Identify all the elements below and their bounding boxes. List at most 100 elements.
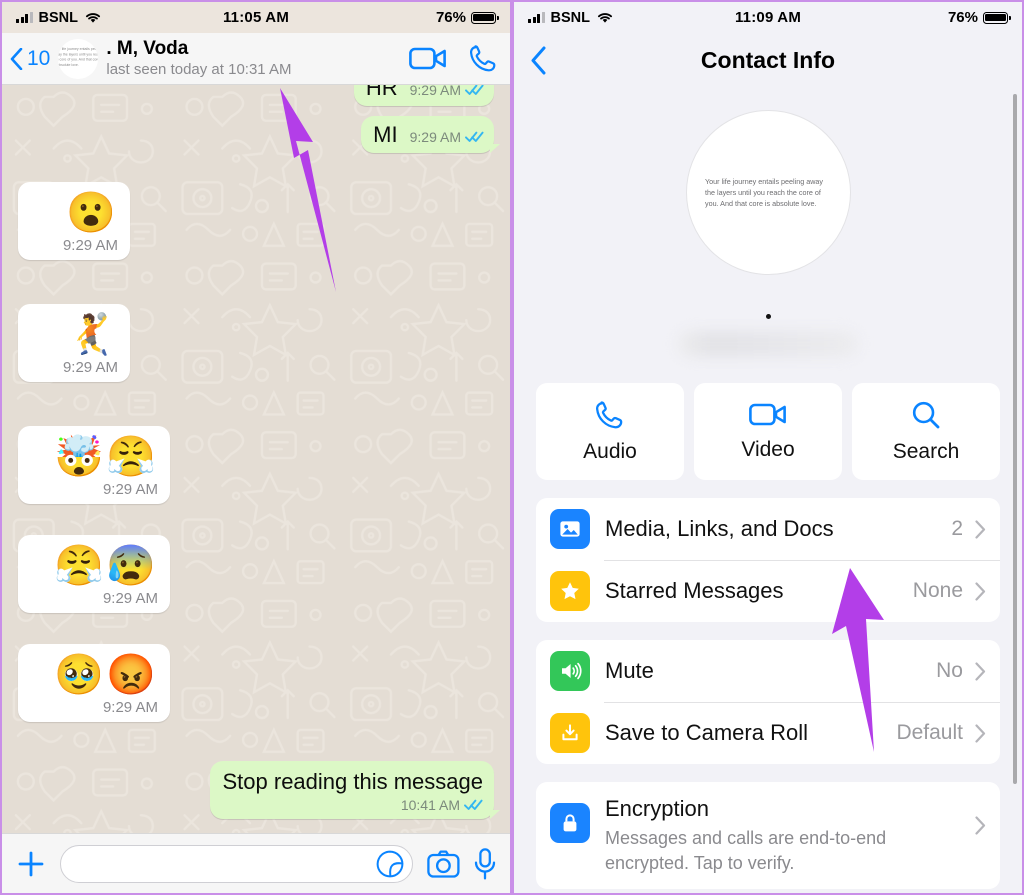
row-label: Mute bbox=[605, 658, 654, 683]
row-starred-messages[interactable]: Starred Messages None bbox=[536, 560, 1000, 622]
read-receipt-double-check-icon bbox=[465, 131, 484, 142]
quick-actions-row: Audio Video Search bbox=[536, 383, 1000, 480]
star-icon bbox=[550, 571, 590, 611]
chevron-right-icon bbox=[975, 519, 986, 539]
message-bubble-outgoing: MI 9:29 AM bbox=[361, 116, 500, 153]
encryption-text-wrap: Encryption Messages and calls are end-to… bbox=[605, 796, 975, 875]
battery-icon bbox=[983, 11, 1011, 24]
message-time: 9:29 AM bbox=[102, 699, 158, 716]
microphone-icon[interactable] bbox=[474, 847, 496, 880]
unread-count-label: 10 bbox=[27, 46, 51, 70]
chevron-right-icon bbox=[975, 723, 986, 743]
chevron-right-icon bbox=[975, 661, 986, 681]
row-save-to-camera-roll[interactable]: Save to Camera Roll Default bbox=[536, 702, 1000, 764]
sticker-emojis: 😮 bbox=[66, 191, 118, 235]
last-seen-label: last seen today at 10:31 AM bbox=[106, 60, 292, 78]
chat-message-list[interactable]: HR 9:29 AM MI 9:29 AM 😮 9:29 AM 🤾 9:29 A… bbox=[2, 85, 510, 833]
page-title: Contact Info bbox=[700, 47, 836, 73]
speaker-icon bbox=[550, 651, 590, 691]
profile-avatar[interactable]: Your life journey entails peeling away t… bbox=[685, 110, 851, 275]
search-label: Search bbox=[892, 439, 960, 463]
message-text: Stop reading this message bbox=[222, 769, 484, 794]
back-button[interactable]: 10 bbox=[10, 47, 50, 71]
row-media-links-docs[interactable]: Media, Links, and Docs 2 bbox=[536, 498, 1000, 560]
chat-header-avatar-quote: Your life journey entails peeling away t… bbox=[58, 47, 98, 68]
row-label: Encryption bbox=[605, 796, 709, 821]
settings-group-media: Media, Links, and Docs 2 Starred Message… bbox=[536, 498, 1000, 622]
contact-info-scroll-area[interactable]: Your life journey entails peeling away t… bbox=[514, 88, 1022, 893]
message-sticker-card[interactable]: 😤😰 9:29 AM bbox=[18, 535, 170, 613]
messages-container: HR 9:29 AM MI 9:29 AM 😮 9:29 AM 🤾 9:29 A… bbox=[2, 85, 510, 833]
bubble-tail bbox=[490, 810, 500, 819]
audio-call-button[interactable]: Audio bbox=[536, 383, 684, 480]
message-time: 9:29 AM bbox=[102, 481, 158, 498]
message-bubble-outgoing: HR 9:29 AM bbox=[353, 85, 494, 106]
right-status-bar: BSNL 11:09 AM 76% bbox=[514, 2, 1022, 33]
battery-percent-label: 76% bbox=[435, 9, 466, 26]
message-meta: 10:41 AM bbox=[401, 797, 483, 813]
vertical-scrollbar[interactable] bbox=[1013, 94, 1017, 784]
phone-icon bbox=[596, 400, 623, 428]
read-receipt-double-check-icon bbox=[464, 799, 483, 810]
chat-header-avatar[interactable]: Your life journey entails peeling away t… bbox=[58, 38, 99, 79]
row-value: 2 bbox=[951, 517, 963, 540]
message-input[interactable] bbox=[60, 844, 413, 883]
search-icon bbox=[912, 401, 940, 428]
message-text: HR bbox=[365, 85, 398, 100]
message-time: 9:29 AM bbox=[409, 85, 461, 98]
left-status-bar: BSNL 11:05 AM 76% bbox=[2, 2, 510, 33]
right-phone-panel: BSNL 11:09 AM 76% Contact Info Your life… bbox=[512, 0, 1024, 895]
row-encryption[interactable]: Encryption Messages and calls are end-to… bbox=[536, 782, 1000, 889]
message-text: MI bbox=[373, 122, 398, 147]
sticker-icon[interactable] bbox=[376, 850, 404, 878]
sticker-emojis: 🤯😤 bbox=[54, 435, 158, 479]
row-value: No bbox=[936, 659, 963, 682]
sticker-emojis: 🤾 bbox=[66, 313, 118, 357]
search-button[interactable]: Search bbox=[852, 383, 1000, 480]
chat-header: 10 Your life journey entails peeling awa… bbox=[2, 33, 510, 85]
video-camera-icon[interactable] bbox=[409, 45, 447, 72]
status-time: 11:09 AM bbox=[734, 9, 802, 26]
chat-header-titles[interactable]: . M, Voda last seen today at 10:31 AM bbox=[106, 38, 403, 79]
left-phone-panel: BSNL 11:05 AM 76% 10 Your li bbox=[0, 0, 512, 895]
sticker-emojis: 😤😰 bbox=[54, 544, 158, 588]
save-download-icon bbox=[550, 713, 590, 753]
row-label: Save to Camera Roll bbox=[605, 720, 808, 745]
lock-icon bbox=[550, 803, 590, 843]
row-value: None bbox=[912, 579, 963, 602]
contact-info-nav-bar: Contact Info bbox=[514, 33, 1022, 88]
status-right: 76% bbox=[947, 9, 1011, 26]
battery-percent-label: 76% bbox=[947, 9, 978, 26]
chevron-right-icon bbox=[975, 581, 986, 601]
sticker-emojis: 🥹😡 bbox=[54, 653, 158, 697]
message-time: 10:41 AM bbox=[400, 797, 460, 813]
message-sticker-card[interactable]: 🤾 9:29 AM bbox=[18, 304, 130, 382]
bubble-tail bbox=[490, 144, 500, 153]
row-value: Default bbox=[896, 721, 963, 744]
message-sticker-card[interactable]: 🤯😤 9:29 AM bbox=[18, 426, 170, 504]
message-meta: 9:29 AM bbox=[410, 85, 484, 98]
row-mute[interactable]: Mute No bbox=[536, 640, 1000, 702]
phone-icon[interactable] bbox=[469, 44, 498, 73]
status-right: 76% bbox=[435, 9, 499, 26]
settings-group-notifications: Mute No Save to Camera Roll Default bbox=[536, 640, 1000, 764]
video-camera-icon bbox=[749, 403, 786, 426]
screenshot-root: BSNL 11:05 AM 76% 10 Your li bbox=[0, 0, 1024, 895]
row-description: Messages and calls are end-to-end encryp… bbox=[605, 828, 887, 873]
message-sticker-card[interactable]: 🥹😡 9:29 AM bbox=[18, 644, 170, 722]
profile-name-redacted bbox=[678, 331, 858, 357]
message-sticker-card[interactable]: 😮 9:29 AM bbox=[18, 182, 130, 260]
message-time: 9:29 AM bbox=[62, 359, 118, 376]
message-meta: 9:29 AM bbox=[410, 129, 484, 145]
message-time: 9:29 AM bbox=[102, 590, 158, 607]
read-receipt-double-check-icon bbox=[465, 85, 484, 95]
row-label: Media, Links, and Docs bbox=[605, 516, 834, 541]
chat-header-actions bbox=[409, 44, 498, 73]
video-call-button[interactable]: Video bbox=[694, 383, 842, 480]
settings-group-encryption: Encryption Messages and calls are end-to… bbox=[536, 782, 1000, 889]
camera-icon[interactable] bbox=[427, 849, 460, 878]
chevron-right-icon bbox=[975, 816, 986, 835]
message-time: 9:29 AM bbox=[62, 237, 118, 254]
plus-icon[interactable] bbox=[16, 849, 46, 879]
chat-input-bar bbox=[2, 833, 510, 893]
